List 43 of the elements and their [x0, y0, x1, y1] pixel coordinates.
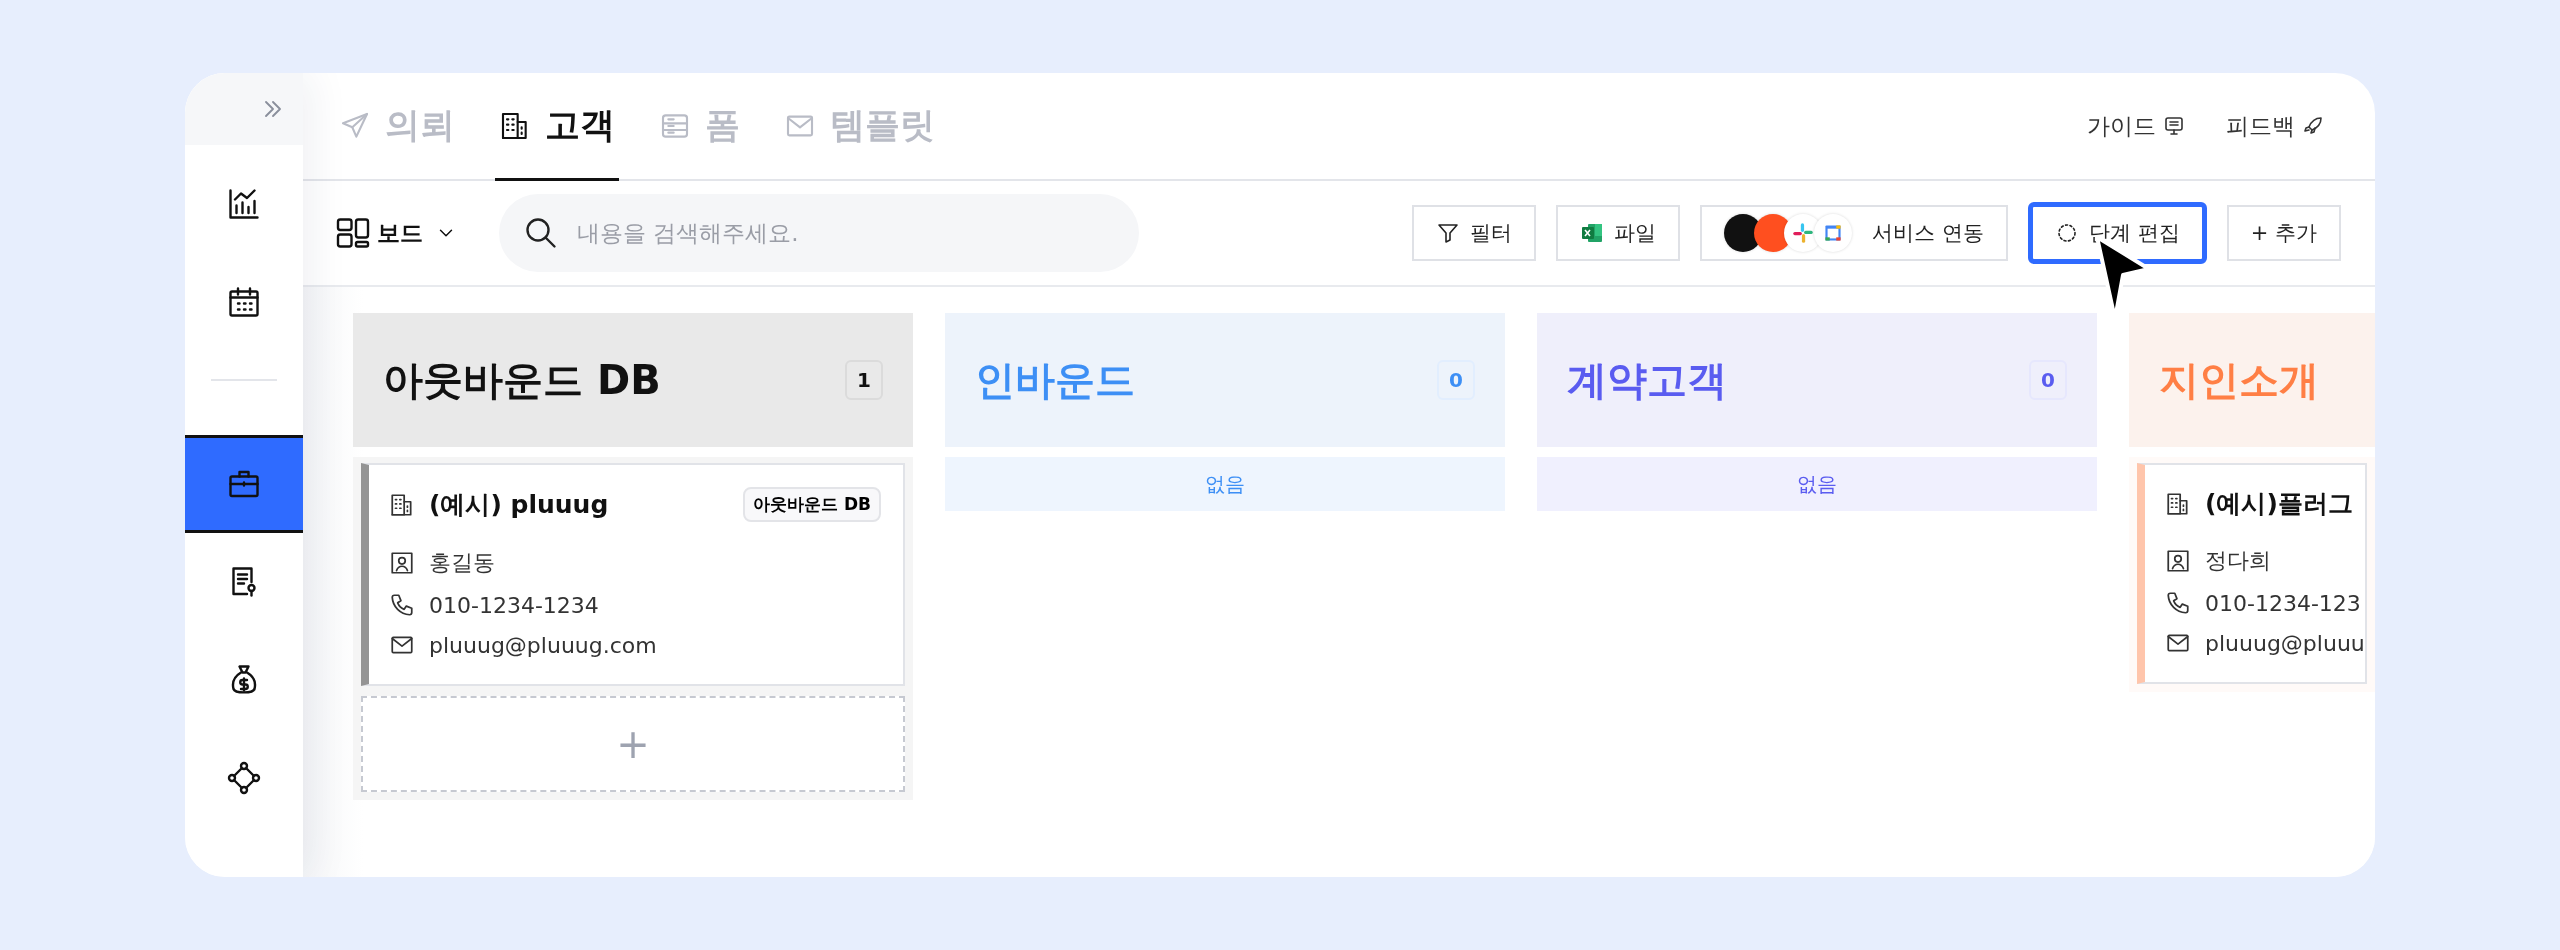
empty-state: 없음: [945, 457, 1505, 511]
column-title: 인바운드: [975, 355, 1135, 405]
view-selector[interactable]: 보드: [335, 215, 457, 251]
header-link[interactable]: 피드백: [2226, 110, 2325, 142]
count-badge: 0: [2029, 360, 2067, 400]
board-view-icon: [335, 215, 371, 251]
spreadsheet-icon: [1580, 221, 1605, 245]
header-link[interactable]: 가이드: [2087, 110, 2186, 142]
monitor-icon: [2162, 114, 2186, 138]
tab[interactable]: 고객: [495, 73, 619, 181]
chart-icon: [226, 186, 262, 222]
empty-state: 없음: [1537, 457, 2097, 511]
customer-name: (예시)플러그: [2205, 488, 2353, 520]
column-title: 계약고객: [1567, 355, 1727, 405]
count-badge: 1: [845, 360, 883, 400]
column-title: 아웃바운드 DB: [383, 355, 661, 405]
building-icon: [389, 491, 415, 518]
toolbar-button[interactable]: + 추가: [2226, 205, 2341, 261]
funnel-icon: [1436, 221, 1461, 245]
customer-name: (예시) pluuug: [429, 489, 609, 521]
email-address: pluuug@pluuu: [2205, 630, 2365, 656]
network-icon: [226, 760, 262, 796]
search-field[interactable]: 내용을 검색해주세요.: [499, 194, 1139, 272]
phone-icon: [2165, 590, 2191, 616]
toolbar-button[interactable]: 파일: [1556, 205, 1681, 261]
phone-number: 010-1234-1234: [429, 592, 599, 618]
toolbar-button[interactable]: 필터: [1412, 205, 1537, 261]
column-title: 지인소개: [2159, 355, 2319, 405]
count-badge: 0: [1437, 360, 1475, 400]
phone-icon: [389, 592, 415, 618]
calendar-icon: [226, 284, 262, 320]
email-address: pluuug@pluuug.com: [429, 632, 657, 658]
contact-name: 정다희: [2205, 547, 2271, 575]
customer-card[interactable]: (예시) pluuug 아웃바운드 DB 홍길동 010-1234-1234 pluuug@pluuug.com: [361, 463, 905, 686]
service-logos-icon: [1724, 214, 1853, 252]
stage-tag: 아웃바운드 DB: [743, 487, 881, 522]
toolbar-button[interactable]: 서비스 연동: [1700, 205, 2009, 261]
contact-card-icon: [389, 550, 415, 576]
contact-name: 홍길동: [429, 549, 495, 577]
contact-card-icon: [2165, 548, 2191, 574]
building-icon: [2165, 490, 2191, 517]
customer-card[interactable]: (예시)플러그 정다희 010-1234-123 pluuug@pluuu: [2137, 463, 2367, 684]
phone-number: 010-1234-123: [2205, 590, 2361, 616]
